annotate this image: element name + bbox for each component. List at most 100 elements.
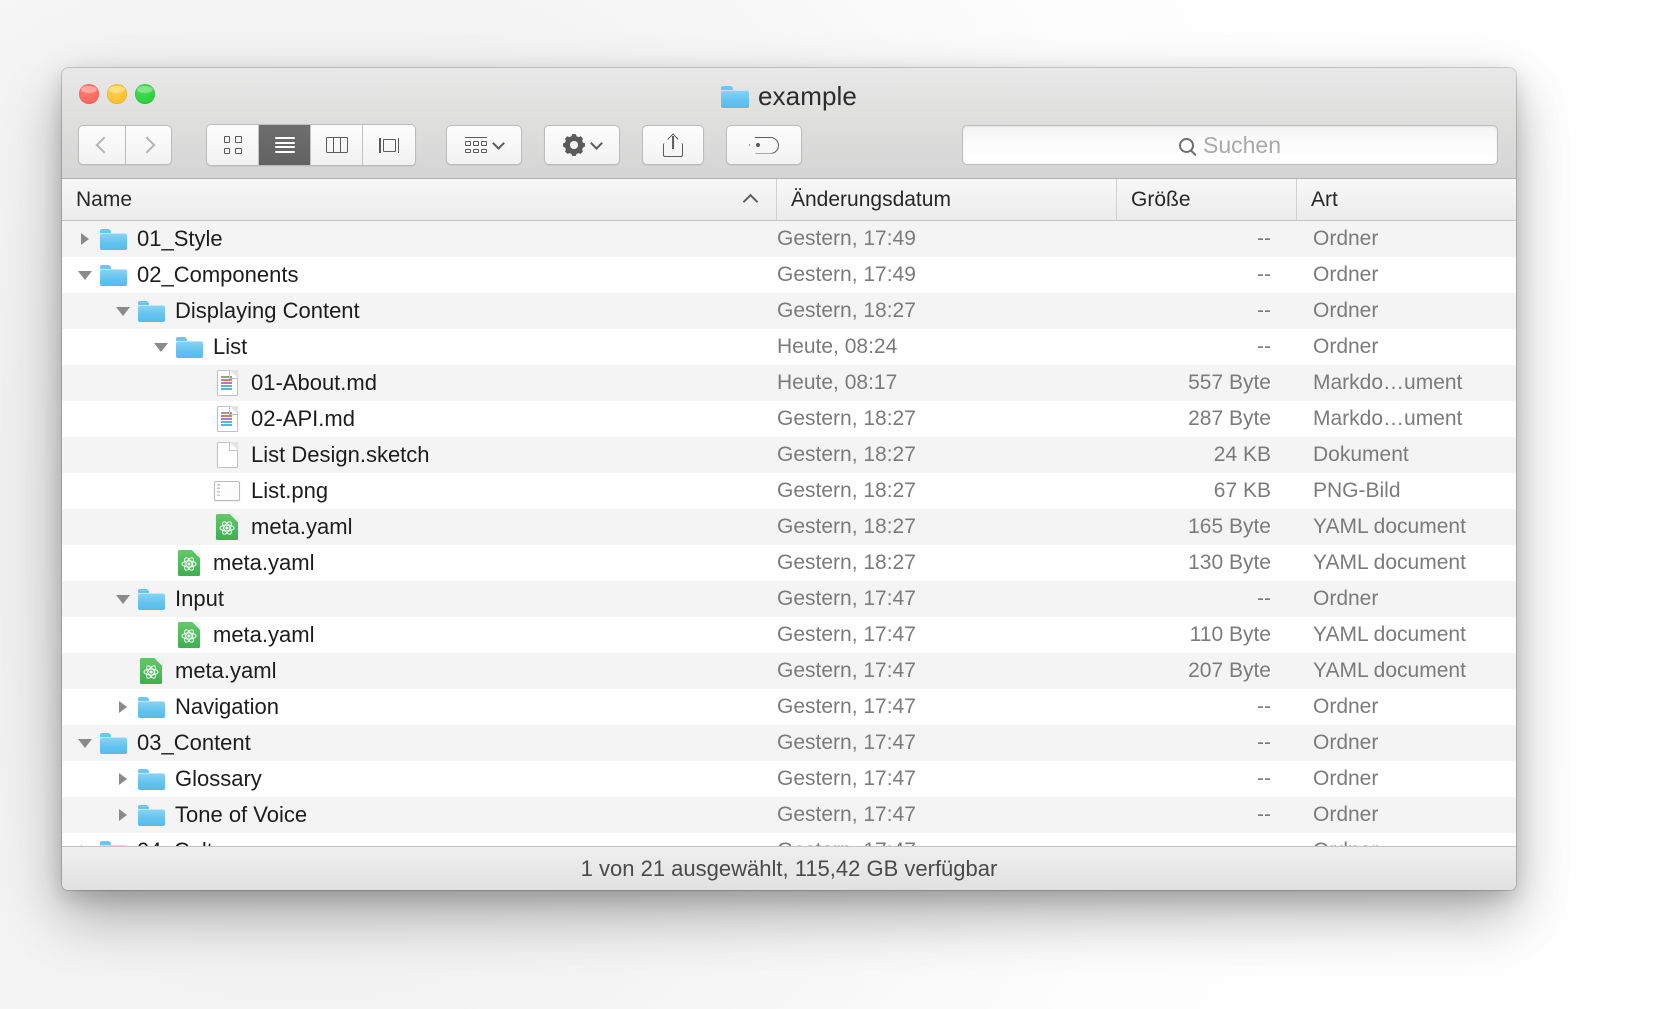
table-row[interactable]: List Design.sketchGestern, 18:2724 KBDok… — [62, 437, 1516, 473]
table-row[interactable]: GlossaryGestern, 17:47--Ordner — [62, 761, 1516, 797]
disclosure-triangle-icon[interactable] — [72, 845, 98, 846]
list-view-button[interactable] — [259, 125, 311, 165]
column-header-date[interactable]: Änderungsdatum — [777, 179, 1117, 220]
disclosure-triangle-icon[interactable] — [110, 701, 136, 713]
forward-button[interactable] — [125, 125, 172, 165]
disclosure-triangle-icon[interactable] — [72, 271, 98, 280]
disclosure-triangle-icon[interactable] — [72, 739, 98, 748]
cell-size: -- — [1117, 731, 1297, 755]
folder-icon — [100, 733, 127, 754]
cell-name: 01_Style — [62, 226, 777, 252]
table-row[interactable]: meta.yamlGestern, 17:47207 ByteYAML docu… — [62, 653, 1516, 689]
table-row[interactable]: meta.yamlGestern, 17:47110 ByteYAML docu… — [62, 617, 1516, 653]
back-button[interactable] — [78, 125, 125, 165]
cell-kind: Ordner — [1297, 731, 1516, 755]
file-icon — [174, 550, 204, 576]
cell-name: meta.yaml — [62, 622, 777, 648]
arrange-button[interactable] — [446, 125, 522, 165]
table-row[interactable]: 03_ContentGestern, 17:47--Ordner — [62, 725, 1516, 761]
cell-kind: Ordner — [1297, 767, 1516, 791]
column-view-button[interactable] — [311, 125, 363, 165]
tags-group — [726, 125, 802, 165]
file-name: Displaying Content — [175, 298, 360, 324]
file-name: 02-API.md — [251, 406, 355, 432]
window-title-text: example — [758, 81, 857, 112]
cell-kind: Ordner — [1297, 803, 1516, 827]
toolbar: Suchen — [62, 116, 1516, 174]
disclosure-triangle-icon[interactable] — [110, 809, 136, 821]
file-icon — [98, 841, 128, 847]
table-row[interactable]: InputGestern, 17:47--Ordner — [62, 581, 1516, 617]
cell-date: Gestern, 18:27 — [777, 551, 1117, 575]
disclosure-triangle-icon[interactable] — [72, 233, 98, 245]
file-list[interactable]: 01_StyleGestern, 17:49--Ordner02_Compone… — [62, 221, 1516, 846]
column-headers: Name Änderungsdatum Größe Art — [62, 179, 1516, 221]
cell-date: Heute, 08:17 — [777, 371, 1117, 395]
window-title: example — [62, 81, 1516, 112]
gallery-view-button[interactable] — [363, 125, 415, 165]
cell-size: 110 Byte — [1117, 623, 1297, 647]
file-name: List.png — [251, 478, 328, 504]
cell-name: Glossary — [62, 766, 777, 792]
search-placeholder: Suchen — [1203, 132, 1281, 159]
zoom-button[interactable] — [135, 84, 155, 104]
tags-button[interactable] — [726, 125, 802, 165]
cell-kind: YAML document — [1297, 623, 1516, 647]
folder-icon — [138, 301, 165, 322]
column-header-kind-label: Art — [1311, 188, 1338, 212]
cell-size: -- — [1117, 263, 1297, 287]
yaml-document-icon — [140, 658, 162, 684]
disclosure-triangle-icon[interactable] — [148, 343, 174, 352]
file-name: 01-About.md — [251, 370, 377, 396]
document-icon — [217, 442, 238, 468]
column-header-name[interactable]: Name — [62, 179, 777, 220]
file-name: 02_Components — [137, 262, 298, 288]
cell-kind: Ordner — [1297, 299, 1516, 323]
file-icon — [212, 406, 242, 432]
cell-name: List — [62, 334, 777, 360]
table-row[interactable]: NavigationGestern, 17:47--Ordner — [62, 689, 1516, 725]
cell-name: Displaying Content — [62, 298, 777, 324]
folder-icon — [100, 841, 127, 847]
cell-name: meta.yaml — [62, 514, 777, 540]
search-input[interactable]: Suchen — [962, 125, 1498, 165]
cell-name: 02_Components — [62, 262, 777, 288]
file-name: Input — [175, 586, 224, 612]
disclosure-triangle-icon[interactable] — [110, 773, 136, 785]
cell-size: -- — [1117, 695, 1297, 719]
minimize-button[interactable] — [107, 84, 127, 104]
cell-date: Gestern, 17:47 — [777, 767, 1117, 791]
icon-view-button[interactable] — [207, 125, 259, 165]
table-row[interactable]: 02-API.mdGestern, 18:27287 ByteMarkdo…um… — [62, 401, 1516, 437]
folder-icon — [138, 589, 165, 610]
share-button[interactable] — [642, 125, 704, 165]
table-row[interactable]: meta.yamlGestern, 18:27130 ByteYAML docu… — [62, 545, 1516, 581]
yaml-document-icon — [216, 514, 238, 540]
table-row[interactable]: 01-About.mdHeute, 08:17557 ByteMarkdo…um… — [62, 365, 1516, 401]
folder-icon — [100, 229, 127, 250]
column-header-kind[interactable]: Art — [1297, 179, 1516, 220]
table-row[interactable]: 04_CultureGestern, 17:47--Ordner — [62, 833, 1516, 846]
table-row[interactable]: 01_StyleGestern, 17:49--Ordner — [62, 221, 1516, 257]
cell-kind: Ordner — [1297, 839, 1516, 846]
table-row[interactable]: meta.yamlGestern, 18:27165 ByteYAML docu… — [62, 509, 1516, 545]
file-name: 03_Content — [137, 730, 251, 756]
action-menu-button[interactable] — [544, 125, 620, 165]
folder-icon — [100, 265, 127, 286]
table-row[interactable]: List.pngGestern, 18:2767 KBPNG-Bild — [62, 473, 1516, 509]
disclosure-triangle-icon[interactable] — [110, 307, 136, 316]
close-button[interactable] — [79, 84, 99, 104]
cell-name: Input — [62, 586, 777, 612]
table-row[interactable]: ListHeute, 08:24--Ordner — [62, 329, 1516, 365]
column-header-size-label: Größe — [1131, 188, 1191, 212]
table-row[interactable]: Displaying ContentGestern, 18:27--Ordner — [62, 293, 1516, 329]
navigation-buttons — [78, 125, 172, 165]
column-header-size[interactable]: Größe — [1117, 179, 1297, 220]
lines-icon — [275, 137, 295, 153]
disclosure-triangle-icon[interactable] — [110, 595, 136, 604]
table-row[interactable]: 02_ComponentsGestern, 17:49--Ordner — [62, 257, 1516, 293]
table-row[interactable]: Tone of VoiceGestern, 17:47--Ordner — [62, 797, 1516, 833]
file-name: Navigation — [175, 694, 279, 720]
coverflow-icon — [376, 137, 402, 154]
cell-size: 24 KB — [1117, 443, 1297, 467]
